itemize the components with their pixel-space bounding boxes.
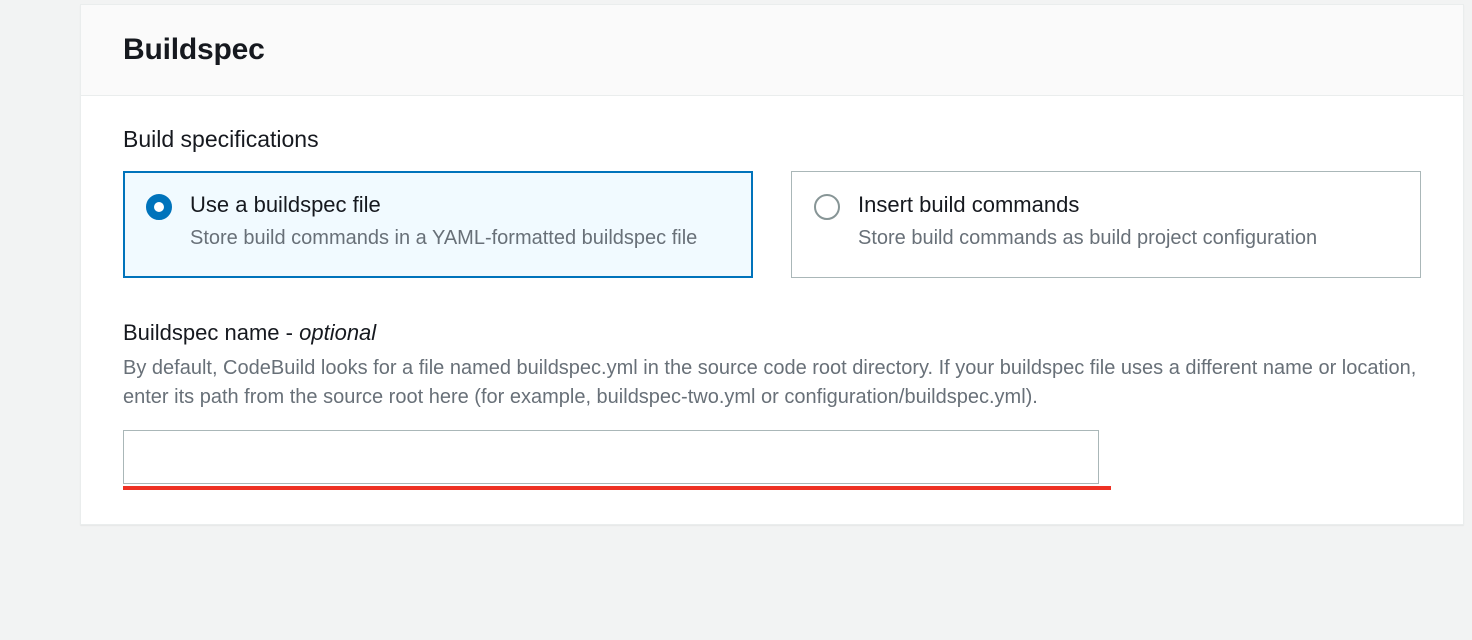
radio-icon [814,194,840,220]
radio-icon [146,194,172,220]
panel-body: Build specifications Use a buildspec fil… [81,96,1463,524]
label-text: Buildspec name [123,320,286,345]
buildspec-name-label: Buildspec name - optional [123,320,1421,346]
buildspec-panel: Buildspec Build specifications Use a bui… [80,4,1464,525]
buildspec-name-input-wrap [123,430,1099,484]
option-title: Use a buildspec file [190,192,730,218]
option-text: Use a buildspec file Store build command… [190,192,730,253]
option-insert-build-commands[interactable]: Insert build commands Store build comman… [791,171,1421,278]
option-description: Store build commands as build project co… [858,224,1398,253]
buildspec-name-input[interactable] [123,430,1099,484]
label-optional: optional [299,320,376,345]
highlight-underline [123,486,1111,490]
panel-title: Buildspec [123,33,1425,67]
buildspec-name-field: Buildspec name - optional By default, Co… [123,320,1421,484]
build-specifications-label: Build specifications [123,126,1421,153]
option-title: Insert build commands [858,192,1398,218]
option-use-buildspec-file[interactable]: Use a buildspec file Store build command… [123,171,753,278]
label-dash: - [286,320,299,345]
option-description: Store build commands in a YAML-formatted… [190,224,730,253]
option-text: Insert build commands Store build comman… [858,192,1398,253]
panel-header: Buildspec [81,5,1463,96]
buildspec-options: Use a buildspec file Store build command… [123,171,1421,278]
buildspec-name-help: By default, CodeBuild looks for a file n… [123,354,1421,412]
